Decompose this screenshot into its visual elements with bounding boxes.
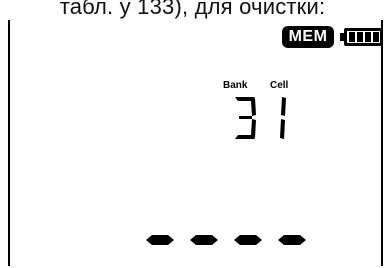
bank-digit: 3	[235, 97, 256, 139]
cell-label: Cell	[270, 80, 289, 91]
cell-digit: 1	[280, 97, 286, 139]
battery-icon	[340, 28, 383, 46]
mem-badge: MEM	[282, 26, 334, 48]
caption-text: табл. у 133), для очистки:	[59, 0, 326, 19]
device-display: MEM Bank Cell 3 1 ----	[8, 20, 383, 266]
bank-label: Bank	[223, 80, 248, 91]
readout-dashes: ----	[146, 235, 306, 245]
